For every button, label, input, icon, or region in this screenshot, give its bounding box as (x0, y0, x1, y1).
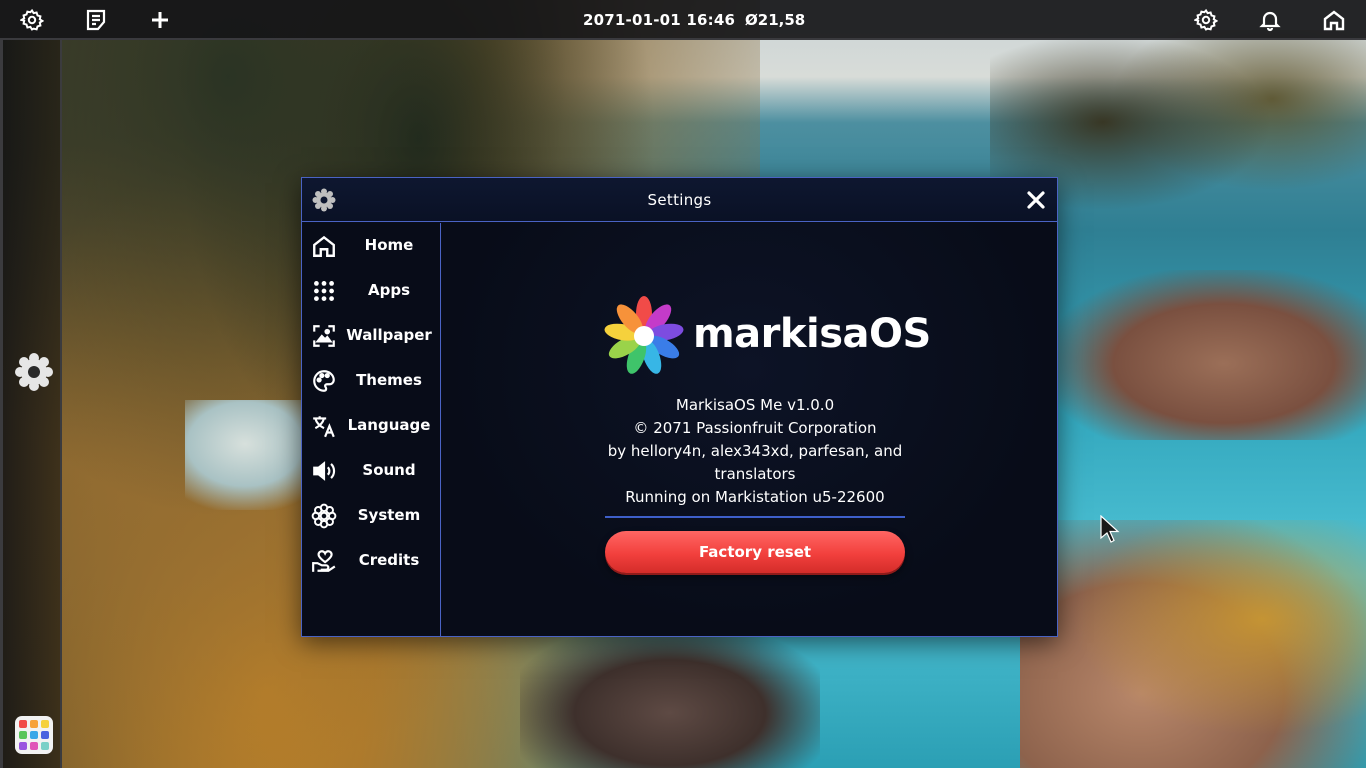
factory-reset-button[interactable]: Factory reset (605, 531, 905, 573)
os-logo-text: markisaOS (693, 311, 931, 357)
sidebar-item-label: Credits (358, 551, 420, 569)
settings-icon[interactable] (1192, 6, 1220, 34)
sidebar-item-credits[interactable]: Credits (302, 540, 440, 580)
about-panel: markisaOS MarkisaOS Me v1.0.0 © 2071 Pas… (442, 223, 1057, 636)
os-version: MarkisaOS Me v1.0.0 (675, 396, 835, 414)
sidebar-item-apps[interactable]: Apps (302, 270, 440, 310)
copyright-text: © 2071 Passionfruit Corporation (633, 419, 877, 437)
wallpaper-rock (1050, 270, 1366, 440)
sidebar-item-label: Home (364, 236, 414, 254)
sidebar-item-label: System (357, 506, 421, 524)
top-bar: 2071-01-01 16:46 Ø21,58 (0, 0, 1366, 40)
speaker-icon (310, 457, 338, 485)
close-icon[interactable] (1024, 188, 1048, 212)
sidebar-item-label: Wallpaper (346, 326, 432, 344)
notes-icon[interactable] (82, 6, 110, 34)
flower-gear-icon (310, 502, 338, 530)
palette-icon (310, 367, 338, 395)
home-icon (310, 232, 338, 260)
home-icon[interactable] (1320, 6, 1348, 34)
wallpaper-cliff-right (1020, 520, 1366, 768)
sidebar-item-language[interactable]: Language (302, 405, 440, 445)
markisa-flower-logo-icon (604, 296, 684, 376)
divider (605, 516, 905, 518)
settings-sidebar: Home Apps Wallpaper Themes Language Soun… (302, 223, 441, 636)
sidebar-item-label: Themes (356, 371, 422, 389)
left-dock (0, 40, 62, 768)
sidebar-item-wallpaper[interactable]: Wallpaper (302, 315, 440, 355)
authors-text: by hellory4n, alex343xd, parfesan, and t… (607, 442, 903, 483)
hand-heart-icon (310, 547, 338, 575)
wallpaper-icon (310, 322, 338, 350)
settings-window: Settings Home Apps Wallpaper Themes Lang… (301, 177, 1058, 637)
sidebar-item-themes[interactable]: Themes (302, 360, 440, 400)
flower-gear-icon[interactable] (14, 352, 54, 392)
app-launcher-icon[interactable] (15, 716, 53, 754)
sidebar-item-sound[interactable]: Sound (302, 450, 440, 490)
sidebar-item-label: Apps (367, 281, 410, 299)
currency-balance: Ø21,58 (745, 11, 806, 29)
clock: 2071-01-01 16:46 (583, 11, 736, 29)
settings-icon[interactable] (18, 6, 46, 34)
sidebar-item-label: Language (347, 416, 431, 434)
window-title: Settings (647, 191, 712, 209)
window-titlebar[interactable]: Settings (302, 178, 1057, 222)
mouse-cursor-icon (1100, 514, 1120, 543)
device-text: Running on Markistation u5-22600 (625, 488, 885, 506)
apps-grid-icon (310, 277, 338, 305)
add-icon[interactable] (146, 6, 174, 34)
sidebar-item-label: Sound (362, 461, 416, 479)
wallpaper-rocks (520, 630, 820, 768)
about-info: MarkisaOS Me v1.0.0 © 2071 Passionfruit … (605, 394, 905, 509)
sidebar-item-home[interactable]: Home (302, 225, 440, 265)
sidebar-item-system[interactable]: System (302, 495, 440, 535)
bell-icon[interactable] (1256, 6, 1284, 34)
translate-icon (310, 412, 338, 440)
